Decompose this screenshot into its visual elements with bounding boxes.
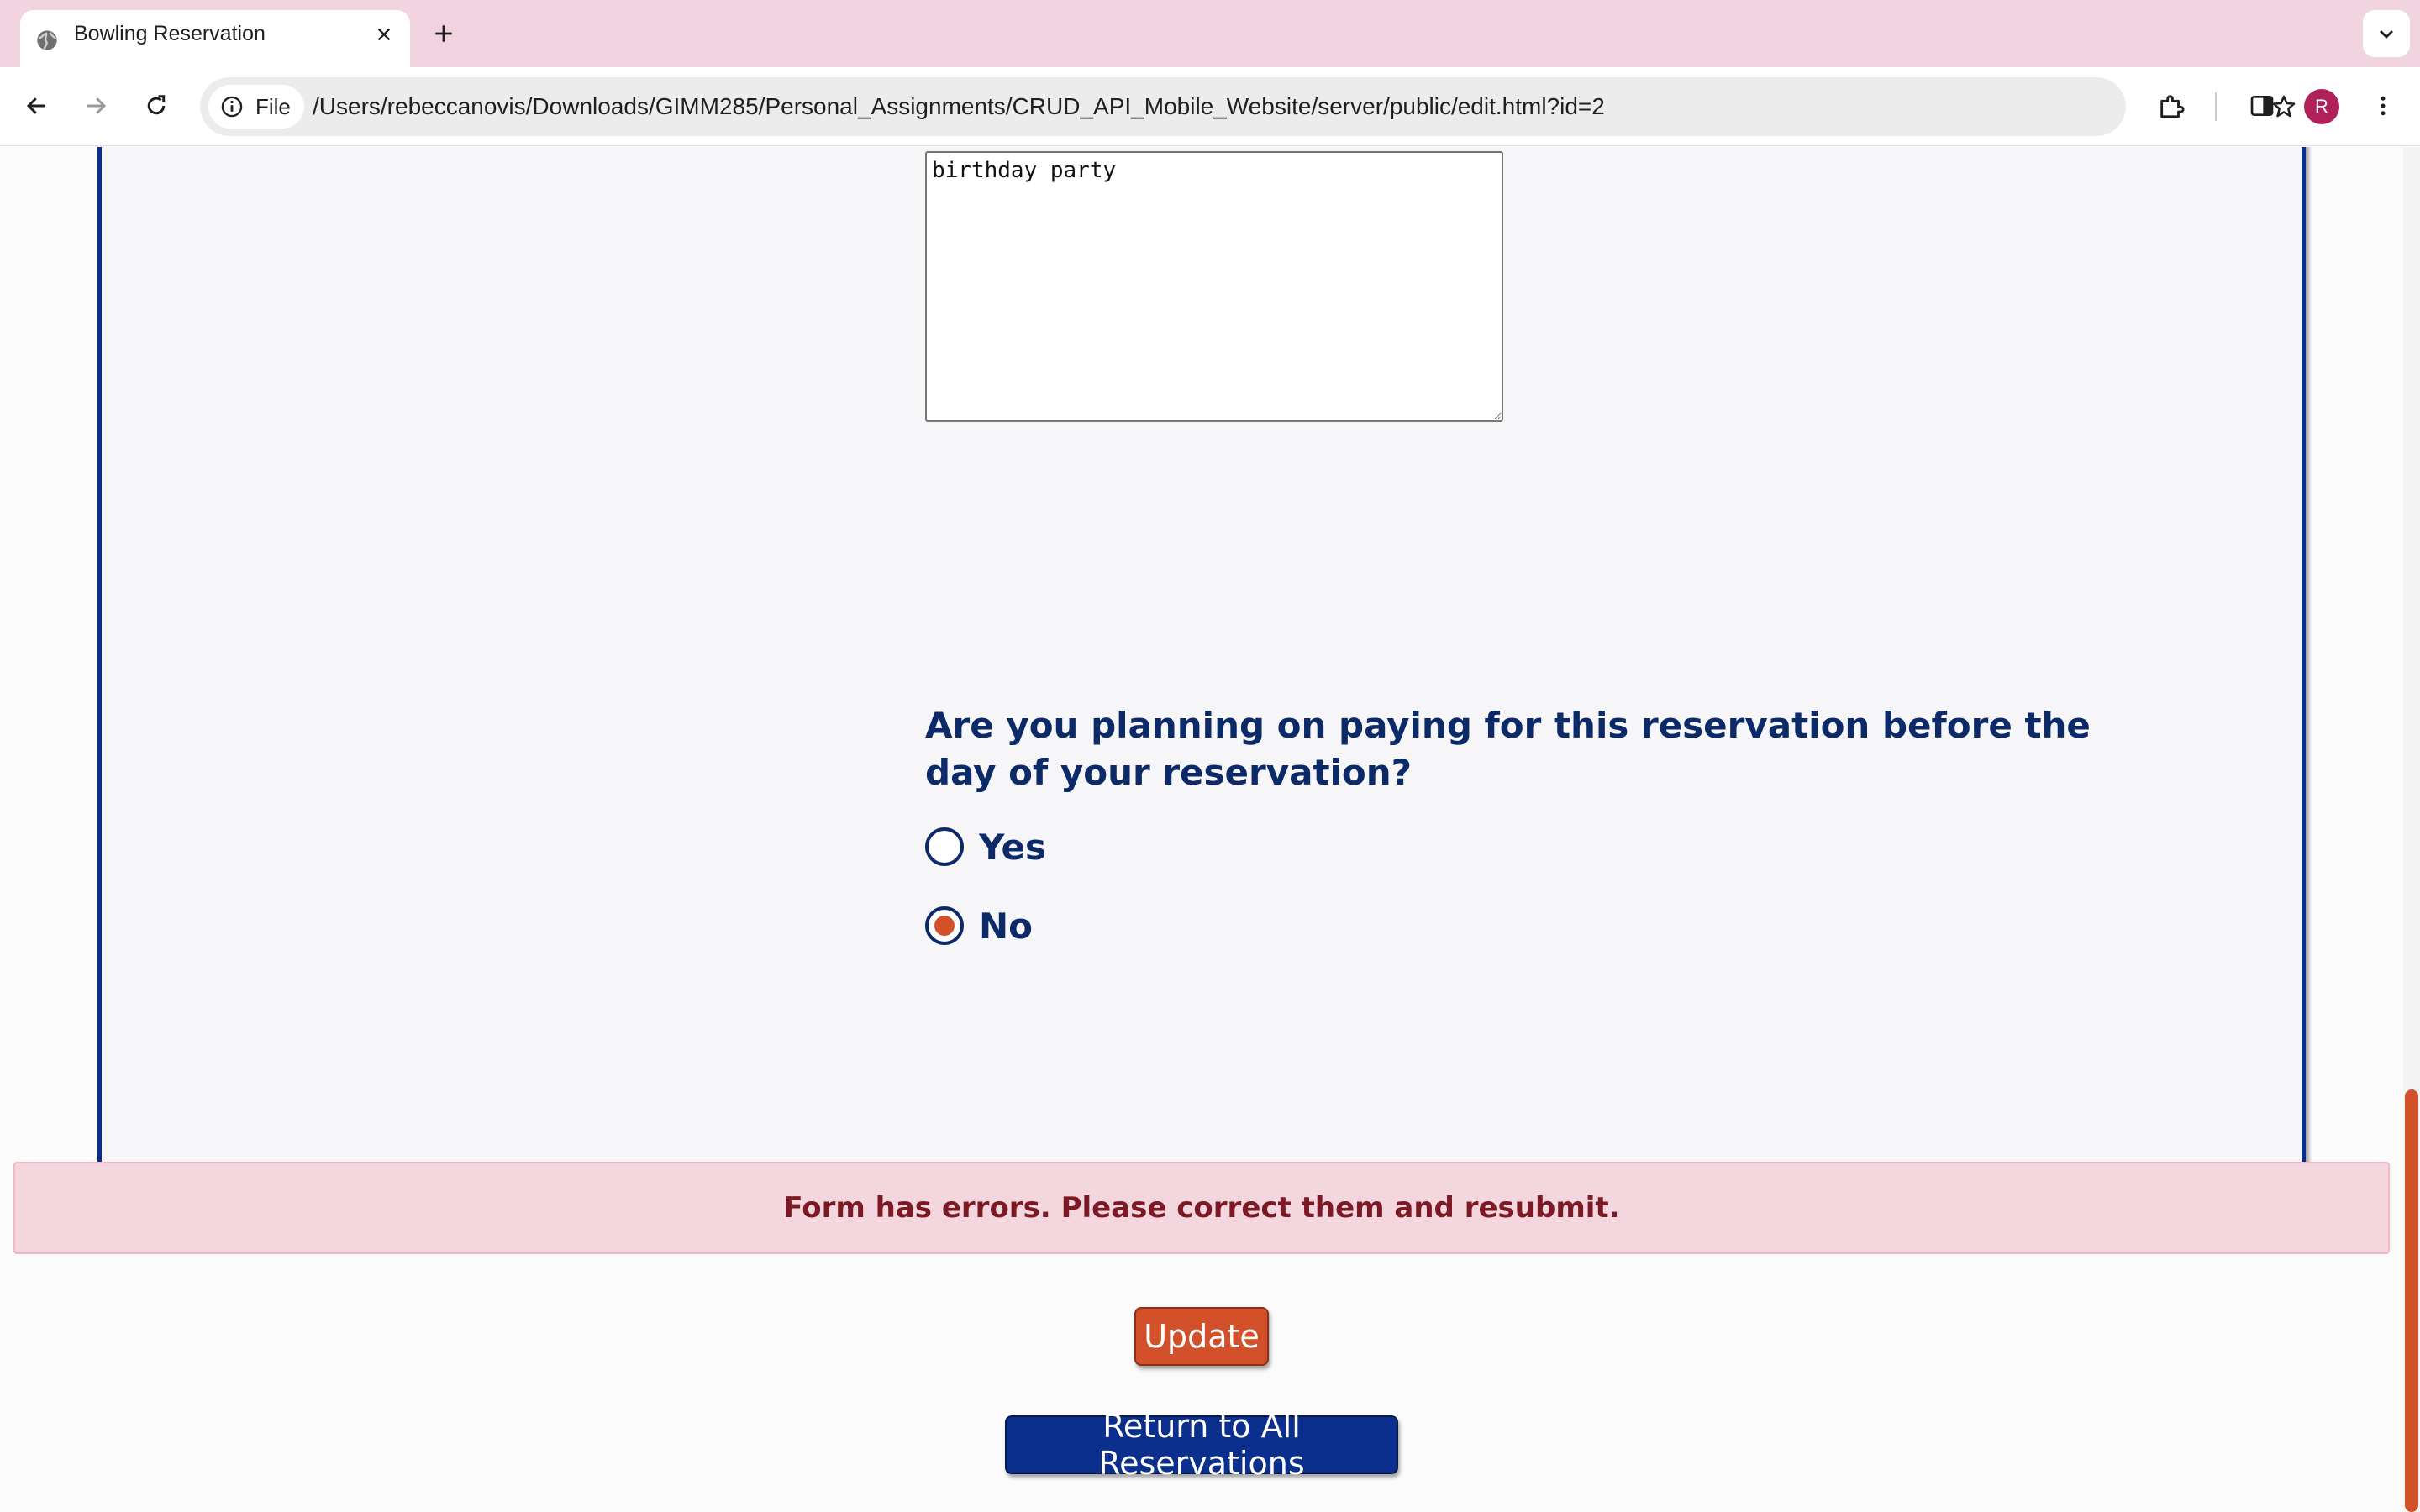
back-arrow-icon[interactable] bbox=[17, 86, 57, 126]
address-bar[interactable]: File /Users/rebeccanovis/Downloads/GIMM2… bbox=[200, 77, 2296, 136]
notes-textarea[interactable]: birthday party bbox=[925, 151, 1503, 422]
error-message: Form has errors. Please correct them and… bbox=[783, 1191, 1620, 1225]
url-text[interactable]: /Users/rebeccanovis/Downloads/GIMM285/Pe… bbox=[313, 77, 1605, 136]
close-icon[interactable] bbox=[371, 22, 397, 47]
payment-question: Are you planning on paying for this rese… bbox=[925, 705, 2091, 793]
radio-no-label[interactable]: No bbox=[979, 906, 1033, 947]
update-button[interactable]: Update bbox=[1134, 1307, 1269, 1366]
more-vert-icon[interactable] bbox=[2363, 86, 2403, 126]
return-to-reservations-button[interactable]: Return to All Reservations bbox=[1005, 1408, 1398, 1482]
plus-icon[interactable] bbox=[427, 17, 460, 50]
radio-yes-label[interactable]: Yes bbox=[979, 827, 1046, 868]
extensions-icon[interactable] bbox=[2151, 86, 2191, 126]
tab-title: Bowling Reservation bbox=[74, 22, 266, 45]
radio-no-circle[interactable] bbox=[925, 906, 964, 945]
error-banner: Form has errors. Please correct them and… bbox=[13, 1162, 2390, 1254]
toolbar-divider bbox=[2215, 92, 2217, 121]
forward-arrow-icon[interactable] bbox=[76, 86, 116, 126]
browser-tab[interactable]: Bowling Reservation bbox=[20, 10, 410, 67]
side-panel-icon[interactable] bbox=[2242, 86, 2282, 126]
site-chip-label: File bbox=[255, 94, 291, 119]
radio-yes-circle[interactable] bbox=[925, 827, 964, 866]
site-info-chip[interactable]: File bbox=[208, 85, 304, 129]
chevron-down-icon[interactable] bbox=[2363, 10, 2410, 57]
browser-tab-strip: Bowling Reservation bbox=[0, 0, 2420, 67]
scrollbar-thumb[interactable] bbox=[2405, 1089, 2418, 1512]
browser-toolbar: File /Users/rebeccanovis/Downloads/GIMM2… bbox=[0, 67, 2420, 146]
radio-no[interactable]: No bbox=[925, 904, 1033, 948]
globe-icon bbox=[35, 29, 59, 52]
avatar[interactable]: R bbox=[2304, 89, 2339, 124]
radio-yes[interactable]: Yes bbox=[925, 825, 1046, 869]
reservation-form-panel: birthday party Are you planning on payin… bbox=[97, 147, 2306, 1241]
page-viewport: birthday party Are you planning on payin… bbox=[0, 147, 2420, 1512]
reload-icon[interactable] bbox=[136, 86, 176, 126]
info-icon bbox=[220, 95, 244, 118]
